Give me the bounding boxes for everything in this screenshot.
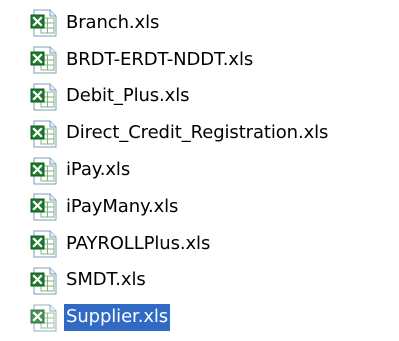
file-name-label: Direct_Credit_Registration.xls xyxy=(66,122,329,144)
file-item-smdt[interactable]: SMDT.xls xyxy=(30,263,330,300)
excel-file-icon xyxy=(30,193,57,221)
file-item-branch[interactable]: Branch.xls xyxy=(30,5,330,42)
file-item-direct-credit-registration[interactable]: Direct_Credit_Registration.xls xyxy=(30,115,330,152)
pane-left-edge xyxy=(0,0,24,341)
file-item-ipaymany[interactable]: iPayMany.xls xyxy=(30,189,330,226)
excel-file-icon xyxy=(30,83,57,111)
file-name-label: BRDT-ERDT-NDDT.xls xyxy=(66,48,254,70)
excel-file-icon xyxy=(30,9,57,37)
excel-file-icon xyxy=(30,304,57,332)
excel-file-icon xyxy=(30,230,57,258)
file-name-label: PAYROLLPlus.xls xyxy=(66,232,211,254)
file-list: Branch.xls BRDT-ERDT-NDDT.xls Debit_Plus… xyxy=(30,5,330,336)
excel-file-icon xyxy=(30,267,57,295)
file-name-label: iPayMany.xls xyxy=(66,195,179,217)
file-name-label: Debit_Plus.xls xyxy=(66,85,190,107)
file-name-label: iPay.xls xyxy=(66,159,131,181)
excel-file-icon xyxy=(30,157,57,185)
excel-file-icon xyxy=(30,120,57,148)
file-name-label: Supplier.xls xyxy=(64,304,171,332)
file-item-payrollplus[interactable]: PAYROLLPlus.xls xyxy=(30,226,330,263)
excel-file-icon xyxy=(30,46,57,74)
file-name-label: SMDT.xls xyxy=(66,269,146,291)
file-item-supplier[interactable]: Supplier.xls xyxy=(30,299,330,336)
file-list-pane: Branch.xls BRDT-ERDT-NDDT.xls Debit_Plus… xyxy=(0,0,399,341)
file-item-ipay[interactable]: iPay.xls xyxy=(30,152,330,189)
file-item-brdt-erdt-nddt[interactable]: BRDT-ERDT-NDDT.xls xyxy=(30,42,330,79)
file-name-label: Branch.xls xyxy=(66,11,160,33)
file-item-debit-plus[interactable]: Debit_Plus.xls xyxy=(30,79,330,116)
